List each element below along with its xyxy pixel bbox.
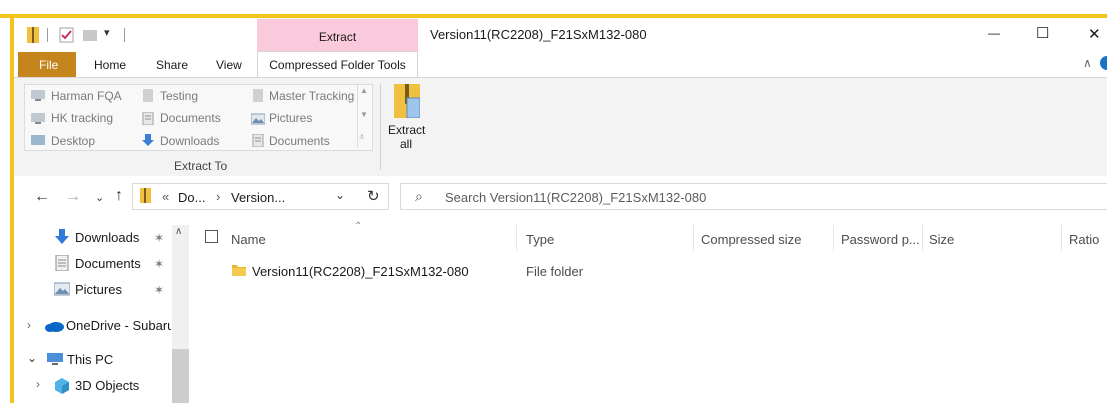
folder-icon [232, 263, 246, 277]
tab-compressed-label: Compressed Folder Tools [269, 58, 406, 72]
nav-item-pictures[interactable]: Pictures [75, 282, 122, 297]
pin-icon[interactable]: ✶ [154, 257, 164, 271]
extract-all-label-1[interactable]: Extract [388, 123, 425, 137]
expand-chevron-icon[interactable]: › [36, 377, 40, 391]
help-icon[interactable] [1100, 56, 1107, 70]
ribbon-collapse-icon[interactable]: ∧ [1083, 56, 1092, 70]
properties-icon[interactable] [59, 27, 75, 43]
zip-folder-icon [27, 27, 39, 43]
context-tab-group-label: Extract [318, 30, 357, 44]
refresh-icon[interactable]: ↻ [367, 187, 380, 205]
minimize-button[interactable]: — [988, 26, 1000, 40]
window-title: Version11(RC2208)_F21SxM132-080 [430, 27, 647, 42]
gallery-item-pictures[interactable]: Pictures [269, 111, 312, 125]
gallery-item-harman-fqa[interactable]: Harman FQA [51, 89, 122, 103]
gallery-scroll-down-icon[interactable]: ▼ [360, 110, 368, 119]
breadcrumb-do[interactable]: Do... [178, 190, 205, 205]
nav-item-downloads[interactable]: Downloads [75, 230, 139, 245]
back-arrow-icon[interactable]: ← [34, 188, 50, 206]
pictures-icon [250, 112, 266, 125]
column-separator[interactable] [516, 225, 517, 251]
column-header-ratio[interactable]: Ratio [1069, 232, 1099, 247]
documents-icon [251, 133, 265, 148]
folder-icon [141, 89, 155, 102]
onedrive-icon [44, 320, 64, 332]
highlight-border-left [10, 14, 14, 403]
maximize-button[interactable]: ☐ [1036, 24, 1049, 42]
qat-dropdown-icon[interactable]: ▾ [104, 26, 110, 39]
tab-compressed-folder-tools[interactable]: Compressed Folder Tools [257, 51, 418, 78]
top-margin [0, 0, 1107, 14]
nav-item-documents[interactable]: Documents [75, 256, 141, 271]
breadcrumb-version[interactable]: Version... [231, 190, 285, 205]
column-separator[interactable] [922, 225, 923, 251]
pin-icon[interactable]: ✶ [154, 231, 164, 245]
gallery-item-desktop[interactable]: Desktop [51, 134, 95, 148]
collapse-chevron-icon[interactable]: ⌄ [27, 351, 37, 365]
downloads-icon [54, 229, 70, 245]
search-icon: ⌕ [415, 188, 423, 204]
column-header-password[interactable]: Password p... [841, 232, 920, 247]
tab-file[interactable]: File [18, 52, 76, 77]
gallery-item-downloads[interactable]: Downloads [160, 134, 219, 148]
close-button[interactable]: ✕ [1088, 25, 1101, 43]
documents-icon [54, 254, 70, 272]
downloads-icon [141, 134, 155, 147]
tab-share[interactable]: Share [156, 58, 188, 72]
pictures-icon [53, 282, 71, 296]
group-separator [380, 84, 381, 170]
column-separator[interactable] [833, 225, 834, 251]
gallery-expand-icon[interactable]: ⩡ [359, 132, 365, 143]
row-name[interactable]: Version11(RC2208)_F21SxM132-080 [252, 264, 469, 279]
documents-icon [141, 111, 155, 126]
gallery-item-testing[interactable]: Testing [160, 89, 198, 103]
column-header-size[interactable]: Size [929, 232, 954, 247]
3d-objects-icon [54, 378, 70, 394]
extract-all-icon [394, 84, 421, 119]
network-folder-icon [31, 89, 45, 102]
gallery-scroll-up-icon[interactable]: ▲ [360, 86, 368, 95]
folder-icon [251, 89, 265, 102]
extract-to-group-label: Extract To [174, 159, 228, 173]
column-header-type[interactable]: Type [526, 232, 554, 247]
nav-item-3d-objects[interactable]: 3D Objects [75, 378, 139, 393]
expand-chevron-icon[interactable]: › [27, 318, 31, 332]
gallery-item-documents[interactable]: Documents [160, 111, 221, 125]
tab-file-label: File [39, 58, 59, 72]
address-zip-icon [140, 188, 151, 203]
breadcrumb-separator[interactable]: › [216, 189, 220, 204]
recent-locations-icon[interactable]: ⌄ [95, 191, 104, 204]
column-header-compressed-size[interactable]: Compressed size [701, 232, 801, 247]
highlight-border-top [0, 14, 1107, 18]
up-arrow-icon[interactable]: ↑ [115, 187, 123, 205]
sort-indicator-icon: ⌃ [354, 221, 363, 232]
new-folder-icon[interactable] [83, 28, 97, 42]
column-separator[interactable] [1061, 225, 1062, 251]
qat-separator [47, 28, 48, 42]
forward-arrow-icon[interactable]: → [65, 188, 81, 206]
desktop-icon [31, 134, 45, 147]
select-all-checkbox[interactable] [205, 230, 218, 243]
row-type: File folder [526, 264, 584, 279]
gallery-item-hk-tracking[interactable]: HK tracking [51, 111, 113, 125]
column-header-name[interactable]: Name [231, 232, 266, 247]
nav-scroll-up-icon[interactable]: ∧ [175, 226, 182, 237]
nav-item-onedrive[interactable]: OneDrive - Subaru [66, 318, 171, 333]
tab-view[interactable]: View [216, 58, 242, 72]
address-dropdown-icon[interactable]: ⌄ [335, 188, 345, 202]
network-folder-icon [31, 112, 45, 125]
address-overflow[interactable]: « [162, 189, 169, 204]
gallery-item-master-tracking[interactable]: Master Tracking [269, 89, 354, 103]
tab-home[interactable]: Home [94, 58, 126, 72]
this-pc-icon [46, 352, 64, 366]
nav-scrollbar-thumb[interactable] [172, 349, 189, 403]
gallery-item-documents-2[interactable]: Documents [269, 134, 330, 148]
pin-icon[interactable]: ✶ [154, 283, 164, 297]
nav-item-this-pc[interactable]: This PC [67, 352, 113, 367]
search-placeholder[interactable]: Search Version11(RC2208)_F21SxM132-080 [445, 190, 706, 205]
qat-separator [124, 28, 125, 42]
extract-all-label-2[interactable]: all [400, 137, 412, 151]
column-separator[interactable] [693, 225, 694, 251]
